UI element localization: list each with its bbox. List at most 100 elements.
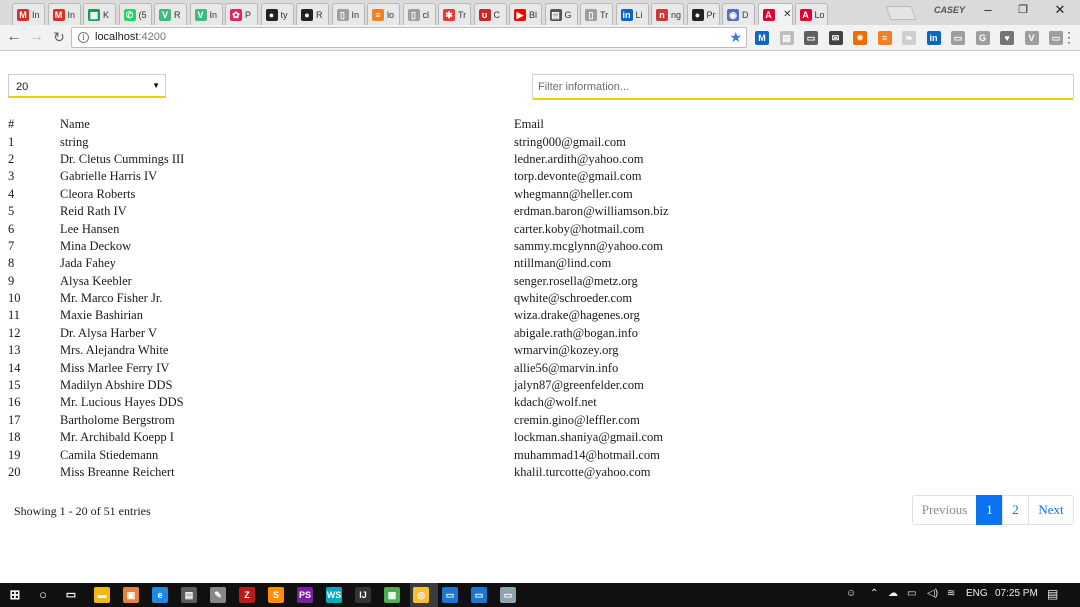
table-row[interactable]: 9 Alysa Keebler senger.rosella@metz.org bbox=[8, 273, 1074, 290]
vue-devtools-icon[interactable]: V bbox=[1024, 31, 1039, 45]
m-extension-icon[interactable]: M bbox=[755, 31, 769, 45]
minimize-icon[interactable]: – bbox=[978, 2, 998, 17]
table-row[interactable]: 3 Gabrielle Harris IV torp.devonte@gmail.c… bbox=[8, 168, 1074, 185]
browser-tab[interactable]: ▯ cl bbox=[402, 3, 436, 25]
pagination-next[interactable]: Next bbox=[1028, 495, 1074, 525]
reload-button[interactable]: ↻ bbox=[50, 28, 68, 46]
browser-tab[interactable]: M In bbox=[47, 3, 81, 25]
pagination-previous[interactable]: Previous bbox=[912, 495, 977, 525]
grammarly-icon[interactable]: G bbox=[975, 31, 990, 45]
battery-icon[interactable]: ▭ bbox=[907, 588, 916, 599]
feather-icon[interactable]: ❧ bbox=[902, 31, 916, 45]
url-text[interactable]: localhost:4200 bbox=[95, 31, 166, 43]
browser-tab[interactable]: in Li bbox=[615, 3, 649, 25]
bookmark-manager-icon[interactable]: ▭ bbox=[1049, 31, 1063, 45]
edge-icon[interactable]: e bbox=[152, 587, 168, 603]
table-row[interactable]: 1 string string000@gmail.com bbox=[8, 133, 1074, 150]
action-center-icon[interactable]: ▤ bbox=[1047, 587, 1058, 601]
photo-icon[interactable]: ▦ bbox=[384, 587, 400, 603]
sublime-text-icon[interactable]: S bbox=[268, 587, 284, 603]
browser-tab[interactable]: ʊC bbox=[473, 3, 507, 25]
cast-icon[interactable]: ▭ bbox=[804, 31, 818, 45]
store-icon[interactable]: ▤ bbox=[181, 587, 197, 603]
search-icon[interactable]: ○ bbox=[35, 587, 51, 603]
restore-icon[interactable]: ❐ bbox=[1013, 3, 1033, 16]
language-indicator[interactable]: ENG bbox=[966, 588, 988, 599]
wifi-icon[interactable]: ≋ bbox=[947, 588, 955, 599]
browser-tab[interactable]: ▤ G bbox=[544, 3, 578, 25]
browser-tab[interactable]: ▯ In bbox=[331, 3, 365, 25]
column-header-number[interactable]: # bbox=[8, 116, 60, 133]
inbox-icon[interactable]: ▭ bbox=[951, 31, 965, 45]
browser-tab[interactable]: ● R bbox=[296, 3, 329, 25]
tray-chevron-icon[interactable]: ⌃ bbox=[870, 588, 878, 599]
linkedin-extension-icon[interactable]: in bbox=[926, 31, 941, 45]
onedrive-icon[interactable]: ☁ bbox=[888, 588, 898, 599]
filter-input[interactable] bbox=[532, 74, 1074, 100]
table-row[interactable]: 12 Dr. Alysa Harber V abigale.rath@bogan.i… bbox=[8, 325, 1074, 342]
table-row[interactable]: 17 Bartholome Bergstrom cremin.gino@leffle… bbox=[8, 412, 1074, 429]
table-row[interactable]: 16 Mr. Lucious Hayes DDS kdach@wolf.net bbox=[8, 394, 1074, 411]
browser-tab[interactable]: ✆ (5 bbox=[118, 3, 152, 25]
filezilla-icon[interactable]: Z bbox=[239, 587, 255, 603]
phpstorm-icon[interactable]: PS bbox=[297, 587, 313, 603]
paint-icon[interactable]: ✎ bbox=[210, 587, 226, 603]
task-view-icon[interactable]: ▭ bbox=[63, 587, 79, 603]
table-row[interactable]: 14 Miss Marlee Ferry IV allie56@marvin.inf… bbox=[8, 359, 1074, 376]
browser-tab[interactable]: ▶ Bl bbox=[509, 3, 542, 25]
pocket-icon[interactable]: ♥ bbox=[1000, 31, 1014, 45]
browser-tab[interactable]: ● Pr bbox=[686, 3, 720, 25]
clock[interactable]: 07:25 PM bbox=[995, 588, 1038, 599]
table-row[interactable]: 5 Reid Rath IV erdman.baron@williamson.biz bbox=[8, 203, 1074, 220]
windows-start-icon[interactable]: ⊞ bbox=[7, 587, 23, 603]
close-window-icon[interactable]: ✕ bbox=[1050, 2, 1070, 18]
browser-tab[interactable]: M In bbox=[12, 3, 45, 25]
webstorm-icon[interactable]: WS bbox=[326, 587, 342, 603]
table-row[interactable]: 8 Jada Fahey ntillman@lind.com bbox=[8, 255, 1074, 272]
sublime-icon[interactable]: ▣ bbox=[123, 587, 139, 603]
browser-tab[interactable]: ◉ D bbox=[722, 3, 755, 25]
orange-extension-icon[interactable]: ✷ bbox=[853, 31, 867, 45]
browser-tab[interactable]: A ✕ bbox=[757, 3, 793, 25]
new-tab-button[interactable] bbox=[885, 6, 917, 20]
window-app-icon[interactable]: ▭ bbox=[442, 587, 458, 603]
address-bar[interactable]: i localhost:4200 ★ bbox=[71, 27, 747, 48]
browser-tab[interactable]: VR bbox=[154, 3, 187, 25]
page-size-select[interactable]: 20 ▼ bbox=[8, 74, 166, 98]
browser-tab[interactable]: ✿ P bbox=[225, 3, 258, 25]
bookmark-star-icon[interactable]: ★ bbox=[729, 29, 742, 46]
table-row[interactable]: 13 Mrs. Alejandra White wmarvin@kozey.org bbox=[8, 342, 1074, 359]
info-icon[interactable]: i bbox=[78, 32, 89, 43]
browser-tab[interactable]: V In bbox=[189, 3, 223, 25]
table-row[interactable]: 7 Mina Deckow sammy.mcglynn@yahoo.com bbox=[8, 238, 1074, 255]
back-button[interactable]: ← bbox=[5, 28, 23, 46]
mail-icon[interactable]: ✉ bbox=[828, 31, 843, 45]
browser-tab[interactable]: n ng bbox=[651, 3, 684, 25]
table-row[interactable]: 4 Cleora Roberts whegmann@heller.com bbox=[8, 186, 1074, 203]
people-icon[interactable]: ☺ bbox=[846, 588, 856, 599]
table-row[interactable]: 19 Camila Stiedemann muhammad14@hotmail.co… bbox=[8, 446, 1074, 463]
intellij-icon[interactable]: IJ bbox=[355, 587, 371, 603]
chrome-menu-icon[interactable]: ⋮ bbox=[1062, 30, 1076, 44]
table-row[interactable]: 11 Maxie Bashirian wiza.drake@hagenes.org bbox=[8, 307, 1074, 324]
stackoverflow-extension-icon[interactable]: ≡ bbox=[877, 31, 892, 45]
browser-tab[interactable]: A Lo bbox=[794, 3, 828, 25]
table-row[interactable]: 10 Mr. Marco Fisher Jr. qwhite@schroeder.c… bbox=[8, 290, 1074, 307]
table-row[interactable]: 20 Miss Breanne Reichert khalil.turcotte@y… bbox=[8, 464, 1074, 481]
browser-tab[interactable]: ≡ lo bbox=[367, 3, 400, 25]
chrome-icon[interactable]: ◎ bbox=[413, 587, 429, 603]
table-row[interactable]: 6 Lee Hansen carter.koby@hotmail.com bbox=[8, 220, 1074, 237]
table-row[interactable]: 15 Madilyn Abshire DDS jalyn87@greenfelder… bbox=[8, 377, 1074, 394]
browser-tab[interactable]: ● ty bbox=[260, 3, 294, 25]
close-tab-icon[interactable]: ✕ bbox=[783, 9, 791, 20]
browser-tab[interactable]: ✱ Tr bbox=[438, 3, 471, 25]
column-header-name[interactable]: Name bbox=[60, 116, 514, 133]
volume-icon[interactable]: ◁) bbox=[927, 588, 938, 599]
file-explorer-icon[interactable]: ▬ bbox=[94, 587, 110, 603]
forward-button[interactable]: → bbox=[27, 28, 45, 46]
column-header-email[interactable]: Email bbox=[514, 116, 1074, 133]
network-app-icon[interactable]: ▭ bbox=[500, 587, 516, 603]
pagination-page-2[interactable]: 2 bbox=[1002, 495, 1029, 525]
profile-name[interactable]: CASEY bbox=[934, 5, 965, 15]
reader-icon[interactable]: ▤ bbox=[779, 31, 794, 45]
